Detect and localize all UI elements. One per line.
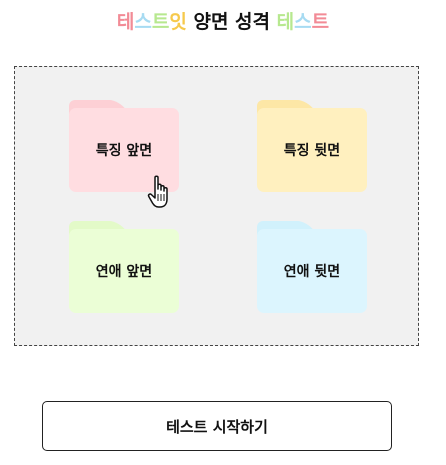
folder-label: 특징 뒷면 [283,143,341,159]
title-char: 트 [311,11,330,33]
folder-feature-back[interactable]: 특징 뒷면 [257,100,367,192]
page-title: 테스트잇 양면 성격 테스트 [0,8,446,36]
folder-label: 연애 앞면 [95,264,153,280]
folder-panel: 특징 앞면 특징 뒷면 연애 앞면 연애 뒷면 [14,66,419,346]
title-char: 테 [116,11,135,33]
title-char: 스 [294,11,312,33]
hand-pointer-icon [147,175,168,208]
folder-love-back[interactable]: 연애 뒷면 [257,221,367,313]
folder-label: 특징 앞면 [95,143,153,159]
title-char: 잇 [169,11,187,33]
folder-label: 연애 뒷면 [283,264,341,280]
title-char: 스 [134,11,152,33]
title-char: 양면 성격 [186,11,277,33]
folder-love-front[interactable]: 연애 앞면 [69,221,179,313]
title-char: 트 [151,11,170,33]
title-char: 테 [276,11,295,33]
start-test-button[interactable]: 테스트 시작하기 [42,401,392,451]
